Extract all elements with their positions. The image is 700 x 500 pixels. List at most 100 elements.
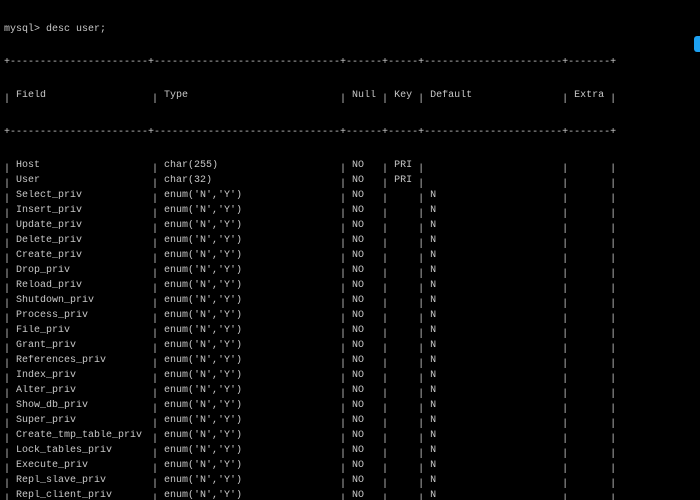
table-row: | Index_priv| enum('N','Y')| NO| | N| | — [4, 370, 696, 385]
cell-field: Insert_priv — [16, 205, 152, 216]
separator-top: +-----------------------+---------------… — [4, 57, 696, 68]
table-row: | Delete_priv| enum('N','Y')| NO| | N| | — [4, 235, 696, 250]
table-row: | Lock_tables_priv| enum('N','Y')| NO| |… — [4, 445, 696, 460]
cell-field: Select_priv — [16, 190, 152, 201]
table-row: | Host| char(255)| NO| PRI| | | — [4, 160, 696, 175]
cell-null: NO — [352, 385, 382, 396]
cell-default: N — [430, 190, 562, 201]
table-row: | Grant_priv| enum('N','Y')| NO| | N| | — [4, 340, 696, 355]
cell-default: N — [430, 415, 562, 426]
table-row: | Show_db_priv| enum('N','Y')| NO| | N| … — [4, 400, 696, 415]
cell-type: enum('N','Y') — [164, 355, 340, 366]
cell-null: NO — [352, 370, 382, 381]
header-key: Key — [394, 90, 418, 101]
cell-type: enum('N','Y') — [164, 340, 340, 351]
cell-type: enum('N','Y') — [164, 370, 340, 381]
cell-field: Create_priv — [16, 250, 152, 261]
cell-field: File_priv — [16, 325, 152, 336]
cell-type: char(255) — [164, 160, 340, 171]
cell-type: enum('N','Y') — [164, 190, 340, 201]
cell-null: NO — [352, 160, 382, 171]
cell-default: N — [430, 340, 562, 351]
table-row: | Insert_priv| enum('N','Y')| NO| | N| | — [4, 205, 696, 220]
cell-type: enum('N','Y') — [164, 325, 340, 336]
cell-null: NO — [352, 325, 382, 336]
cell-field: Grant_priv — [16, 340, 152, 351]
cell-default: N — [430, 250, 562, 261]
cell-default: N — [430, 370, 562, 381]
table-row: | References_priv| enum('N','Y')| NO| | … — [4, 355, 696, 370]
cell-null: NO — [352, 205, 382, 216]
cell-null: NO — [352, 295, 382, 306]
cell-null: NO — [352, 490, 382, 500]
header-default: Default — [430, 90, 562, 101]
cell-default: N — [430, 295, 562, 306]
cell-type: enum('N','Y') — [164, 385, 340, 396]
table-row: | Repl_client_priv| enum('N','Y')| NO| |… — [4, 490, 696, 500]
cell-field: Update_priv — [16, 220, 152, 231]
cell-null: NO — [352, 430, 382, 441]
table-row: | Create_tmp_table_priv| enum('N','Y')| … — [4, 430, 696, 445]
table-row: | Execute_priv| enum('N','Y')| NO| | N| … — [4, 460, 696, 475]
cell-type: enum('N','Y') — [164, 490, 340, 500]
cell-null: NO — [352, 355, 382, 366]
cell-default: N — [430, 265, 562, 276]
cell-field: Alter_priv — [16, 385, 152, 396]
cell-field: References_priv — [16, 355, 152, 366]
table-row: | Drop_priv| enum('N','Y')| NO| | N| | — [4, 265, 696, 280]
table-row: | Super_priv| enum('N','Y')| NO| | N| | — [4, 415, 696, 430]
cell-default: N — [430, 445, 562, 456]
cell-null: NO — [352, 280, 382, 291]
cell-field: Lock_tables_priv — [16, 445, 152, 456]
cell-default: N — [430, 220, 562, 231]
cell-null: NO — [352, 265, 382, 276]
cell-field: Drop_priv — [16, 265, 152, 276]
table-header: | Field| Type| Null| Key| Default| Extra… — [4, 90, 696, 105]
cell-type: enum('N','Y') — [164, 445, 340, 456]
cell-default: N — [430, 205, 562, 216]
cell-field: Process_priv — [16, 310, 152, 321]
cell-default: N — [430, 355, 562, 366]
cell-default: N — [430, 325, 562, 336]
cell-type: enum('N','Y') — [164, 265, 340, 276]
cell-type: enum('N','Y') — [164, 460, 340, 471]
cell-null: NO — [352, 175, 382, 186]
cell-type: enum('N','Y') — [164, 220, 340, 231]
cell-default: N — [430, 235, 562, 246]
cell-null: NO — [352, 475, 382, 486]
cell-null: NO — [352, 220, 382, 231]
cell-type: enum('N','Y') — [164, 280, 340, 291]
terminal-output[interactable]: mysql> desc user; +---------------------… — [0, 0, 700, 500]
cell-field: Reload_priv — [16, 280, 152, 291]
table-row: | Alter_priv| enum('N','Y')| NO| | N| | — [4, 385, 696, 400]
cell-null: NO — [352, 400, 382, 411]
cell-default: N — [430, 475, 562, 486]
cell-default: N — [430, 460, 562, 471]
cell-type: enum('N','Y') — [164, 415, 340, 426]
cell-field: User — [16, 175, 152, 186]
cell-field: Create_tmp_table_priv — [16, 430, 152, 441]
cell-default: N — [430, 385, 562, 396]
header-null: Null — [352, 90, 382, 101]
prompt-line: mysql> desc user; — [4, 24, 696, 35]
cell-default: N — [430, 400, 562, 411]
separator-mid: +-----------------------+---------------… — [4, 127, 696, 138]
cell-field: Repl_client_priv — [16, 490, 152, 500]
table-row: | Select_priv| enum('N','Y')| NO| | N| | — [4, 190, 696, 205]
cell-type: enum('N','Y') — [164, 205, 340, 216]
cell-type: enum('N','Y') — [164, 295, 340, 306]
cell-default: N — [430, 310, 562, 321]
cell-type: enum('N','Y') — [164, 310, 340, 321]
table-row: | Update_priv| enum('N','Y')| NO| | N| | — [4, 220, 696, 235]
table-row: | User| char(32)| NO| PRI| | | — [4, 175, 696, 190]
cell-default: N — [430, 280, 562, 291]
cell-type: enum('N','Y') — [164, 250, 340, 261]
header-field: Field — [16, 90, 152, 101]
cell-key: PRI — [394, 160, 418, 171]
cell-type: char(32) — [164, 175, 340, 186]
table-row: | File_priv| enum('N','Y')| NO| | N| | — [4, 325, 696, 340]
cell-null: NO — [352, 235, 382, 246]
cell-field: Host — [16, 160, 152, 171]
header-extra: Extra — [574, 90, 610, 101]
cell-null: NO — [352, 190, 382, 201]
